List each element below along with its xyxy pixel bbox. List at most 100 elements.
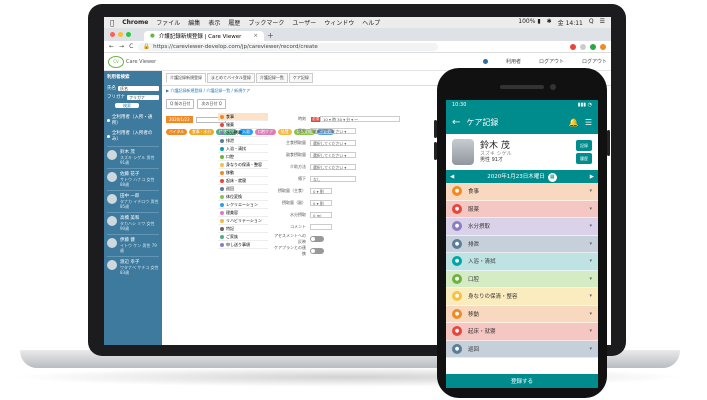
form-control[interactable] (310, 224, 332, 230)
category-item[interactable]: 身なりの保清・整容 (218, 161, 268, 169)
category-item[interactable]: 食事 (218, 113, 268, 121)
form-control[interactable]: 10 ▾ 時 30 ▾ 分 ▾ ～ (320, 116, 400, 122)
reload-icon[interactable]: C (129, 43, 133, 50)
menu-window[interactable]: ウィンドウ (324, 18, 354, 27)
category-item[interactable]: レクリエーション (218, 201, 268, 209)
category-item[interactable]: 巡回 (218, 185, 268, 193)
tab-vitals[interactable]: まとめてバイタル登録 (207, 73, 255, 83)
back-arrow-icon[interactable]: ← (452, 117, 460, 128)
phone-category-item[interactable]: ● 身なりの保清・整容 ▾ (446, 288, 598, 306)
tab-record-list[interactable]: 介護記録一覧 (255, 73, 288, 83)
profile-avatar[interactable] (600, 43, 606, 50)
phone-category-item[interactable]: ● 服薬 ▾ (446, 200, 598, 218)
form-control[interactable]: 0 ▾ 割 (310, 200, 332, 206)
category-pill[interactable]: 食事・水分 (189, 129, 215, 135)
back-icon[interactable]: ← (109, 43, 114, 50)
assessment-toggle[interactable] (310, 236, 324, 242)
category-item[interactable]: 理美容 (218, 209, 268, 217)
careplan-toggle[interactable] (310, 248, 324, 254)
category-item[interactable]: 体位変換 (218, 193, 268, 201)
tab-care-record[interactable]: ケア記録 (288, 73, 313, 83)
form-control[interactable]: 選択してください ▾ (310, 140, 356, 146)
menu-bookmarks[interactable]: ブックマーク (248, 18, 284, 27)
care-viewer-logo[interactable]: CV (108, 55, 124, 68)
menu-edit[interactable]: 編集 (188, 18, 200, 27)
category-item[interactable]: リハビリテーション (218, 217, 268, 225)
phone-category-item[interactable]: ● 起床・就寝 ▾ (446, 323, 598, 341)
prev-day-icon[interactable]: ◀ (450, 174, 454, 180)
record-button[interactable]: 記録 (576, 140, 592, 151)
extension-icon[interactable] (590, 43, 596, 50)
form-control[interactable]: 選択してください ▾ (310, 164, 356, 170)
close-tab-icon[interactable]: × (253, 33, 258, 39)
bluetooth-icon[interactable]: ✱ (547, 18, 552, 27)
form-control[interactable]: 0 ▾ 割 (310, 188, 332, 194)
form-control[interactable]: 0 ml (310, 212, 332, 218)
category-item[interactable]: ご家族 (218, 233, 268, 241)
logout-link[interactable]: ログアウト (582, 58, 607, 65)
url-field[interactable]: 🔒 https://careviewer-develop.com/jp/care… (138, 42, 439, 51)
patient-item[interactable]: 渡辺 幸子 ワタナベ サチコ 女性 83歳 (107, 256, 159, 278)
radio-residents[interactable]: 全利用者（入所者のみ） (107, 130, 159, 142)
calendar-icon[interactable]: ▦ (547, 172, 557, 182)
apple-icon[interactable]:  (110, 19, 114, 27)
maximize-window-icon[interactable] (126, 32, 131, 37)
menu-help[interactable]: ヘルプ (362, 18, 380, 27)
category-item[interactable]: 入浴・清拭 (218, 145, 268, 153)
spotlight-icon[interactable]: Q (589, 18, 594, 27)
name-input[interactable]: 氏名 (118, 85, 159, 91)
patient-item[interactable]: 高橋 美和 タカハシ ミワ 女性 90歳 (107, 212, 159, 234)
next-date-button[interactable]: 次の日付 Q (197, 99, 226, 109)
phone-category-item[interactable]: ● 巡回 ▾ (446, 340, 598, 358)
menu-view[interactable]: 表示 (208, 18, 220, 27)
extension-icon[interactable] (580, 43, 586, 50)
kana-field-row: フリガナ フリガナ (107, 94, 159, 100)
form-control[interactable]: なし (310, 176, 356, 182)
patient-item[interactable]: 佐藤 花子 サトウ ハナコ 女性 88歳 (107, 168, 159, 190)
menu-user[interactable]: ユーザー (292, 18, 316, 27)
user-icon[interactable] (482, 59, 488, 64)
close-window-icon[interactable] (110, 32, 115, 37)
patient-item[interactable]: 伊藤 健イトウ ケン 男性 79歳 (107, 234, 159, 256)
header-link[interactable]: ログアウト (539, 58, 564, 65)
minimize-window-icon[interactable] (118, 32, 123, 37)
category-item[interactable]: 申し送り事項 (218, 241, 268, 249)
tab-new-record[interactable]: 介護記録新規登録 (166, 73, 206, 83)
history-button[interactable]: 履歴 (576, 153, 592, 164)
form-control[interactable]: 選択してください ▾ (310, 152, 356, 158)
phone-category-item[interactable]: ● 入浴・清拭 ▾ (446, 253, 598, 271)
radio-all[interactable]: 全利用者（入所・通所） (107, 114, 159, 126)
menu-extras-icon[interactable]: ☰ (600, 18, 605, 27)
app-menu[interactable]: Chrome (122, 19, 148, 26)
browser-tab[interactable]: ● 介護記録新規登録 | Care Viewer × (144, 31, 264, 41)
new-tab-button[interactable]: + (267, 31, 274, 40)
category-item[interactable]: 口腔 (218, 153, 268, 161)
category-item[interactable]: 排泄 (218, 137, 268, 145)
phone-category-item[interactable]: ● 移動 ▾ (446, 305, 598, 323)
category-pill[interactable]: バイタル (166, 129, 188, 135)
hamburger-menu-icon[interactable]: ☰ (585, 118, 592, 127)
phone-category-item[interactable]: ● 口腔 ▾ (446, 270, 598, 288)
category-item[interactable]: 服薬 (218, 121, 268, 129)
category-item[interactable]: 移動 (218, 169, 268, 177)
patient-item[interactable]: 鈴木 茂スズキ シゲル 男性 91歳 (107, 146, 159, 168)
forward-icon[interactable]: → (119, 43, 124, 50)
phone-category-item[interactable]: ● 排泄 ▾ (446, 235, 598, 253)
phone-category-item[interactable]: ● 食事 ▾ (446, 183, 598, 201)
next-day-icon[interactable]: ▶ (590, 174, 594, 180)
header-user-link[interactable]: 利用者 (506, 58, 521, 65)
submit-button[interactable]: 登録する (446, 374, 598, 388)
search-button[interactable]: 検索 (115, 103, 139, 108)
patient-item[interactable]: 田中 一郎 タナカ イチロウ 男性 85歳 (107, 190, 159, 212)
menu-file[interactable]: ファイル (156, 18, 180, 27)
category-item[interactable]: 特記 (218, 225, 268, 233)
category-item[interactable]: 起床・就寝 (218, 177, 268, 185)
phone-category-item[interactable]: ● 水分摂取 ▾ (446, 218, 598, 236)
menu-history[interactable]: 履歴 (228, 18, 240, 27)
extension-icon[interactable] (570, 43, 576, 50)
prev-date-button[interactable]: Q 前の日付 (166, 99, 195, 109)
category-item[interactable]: 水分摂取 (218, 129, 268, 137)
kana-input[interactable]: フリガナ (127, 94, 159, 100)
form-control[interactable]: 選択してください ▾ (310, 128, 356, 134)
bell-icon[interactable]: 🔔 (569, 118, 579, 127)
